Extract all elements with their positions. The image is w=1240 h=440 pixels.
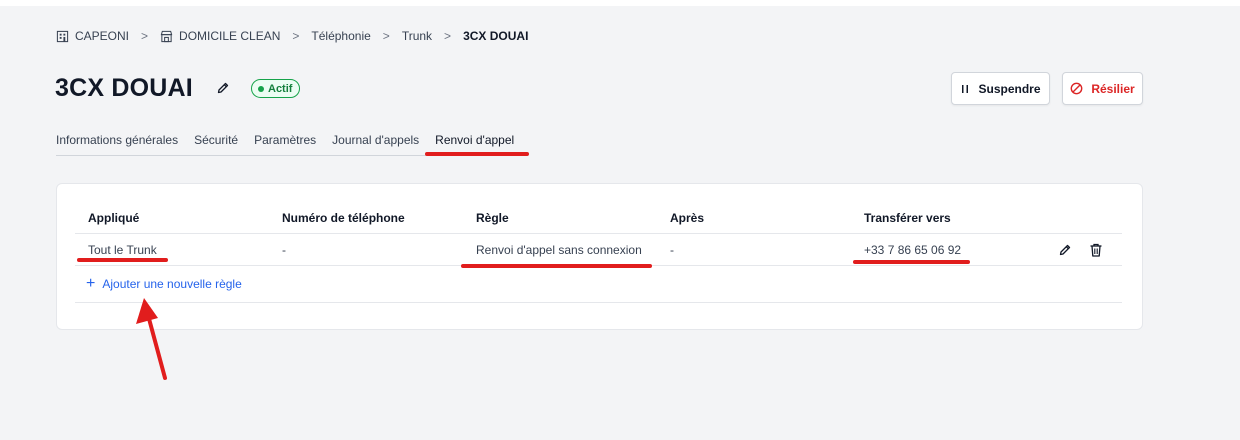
terminate-button[interactable]: Résilier — [1062, 72, 1143, 105]
suspend-label: Suspendre — [978, 81, 1041, 96]
breadcrumb-label: CAPEONI — [75, 29, 130, 43]
trash-icon[interactable] — [1088, 242, 1104, 258]
annotation-underline-transfer — [853, 260, 970, 264]
column-header-transfer-to: Transférer vers — [864, 211, 951, 225]
column-header-after: Après — [670, 211, 705, 225]
cell-after: - — [670, 243, 674, 257]
breadcrumb-item-trunk[interactable]: Trunk — [402, 29, 432, 43]
terminate-label: Résilier — [1091, 81, 1135, 96]
annotation-underline-applied — [77, 258, 168, 262]
tab-security[interactable]: Sécurité — [194, 133, 238, 157]
table-bottom-divider — [75, 302, 1122, 303]
top-strip — [0, 0, 1240, 6]
tab-settings[interactable]: Paramètres — [254, 133, 316, 157]
building-icon — [56, 30, 69, 42]
cell-phone: - — [282, 243, 286, 257]
add-rule-link[interactable]: + Ajouter une nouvelle règle — [86, 275, 242, 292]
breadcrumb-separator: > — [292, 29, 300, 43]
breadcrumb-item-current: 3CX DOUAI — [463, 29, 529, 43]
cell-applied: Tout le Trunk — [88, 243, 157, 257]
breadcrumb-label: DOMICILE CLEAN — [179, 29, 281, 43]
column-header-rule: Règle — [476, 211, 509, 225]
suspend-button[interactable]: Suspendre — [951, 72, 1050, 105]
table-header: Appliqué Numéro de téléphone Règle Après… — [75, 200, 1122, 234]
tab-general-info[interactable]: Informations générales — [56, 133, 178, 157]
prohibited-icon — [1070, 82, 1083, 95]
breadcrumb-separator: > — [444, 29, 452, 43]
tab-call-log[interactable]: Journal d'appels — [332, 133, 419, 157]
active-tab-annotation — [425, 152, 529, 156]
breadcrumb-separator: > — [141, 29, 149, 43]
pencil-icon[interactable] — [215, 80, 231, 96]
store-icon — [160, 30, 173, 42]
cell-rule: Renvoi d'appel sans connexion — [476, 243, 642, 257]
page-title: 3CX DOUAI — [55, 74, 193, 102]
breadcrumb-item-company[interactable]: CAPEONI — [56, 29, 129, 43]
status-dot-icon — [258, 85, 264, 92]
add-rule-label: Ajouter une nouvelle règle — [102, 277, 242, 291]
status-badge: Actif — [251, 79, 301, 98]
breadcrumb: CAPEONI > DOMICILE CLEAN > Téléphonie > … — [56, 29, 528, 43]
column-header-phone: Numéro de téléphone — [282, 211, 405, 225]
breadcrumb-item-site[interactable]: DOMICILE CLEAN — [160, 29, 280, 43]
pencil-icon[interactable] — [1057, 242, 1073, 258]
breadcrumb-item-telephony[interactable]: Téléphonie — [311, 29, 370, 43]
annotation-underline-rule — [461, 264, 652, 268]
breadcrumb-separator: > — [382, 29, 390, 43]
annotation-arrow-icon — [136, 298, 167, 380]
column-header-applied: Appliqué — [88, 211, 140, 225]
plus-icon: + — [86, 275, 96, 292]
cell-transfer-to: +33 7 86 65 06 92 — [864, 243, 962, 257]
pause-icon — [962, 84, 969, 93]
status-label: Actif — [268, 82, 293, 95]
